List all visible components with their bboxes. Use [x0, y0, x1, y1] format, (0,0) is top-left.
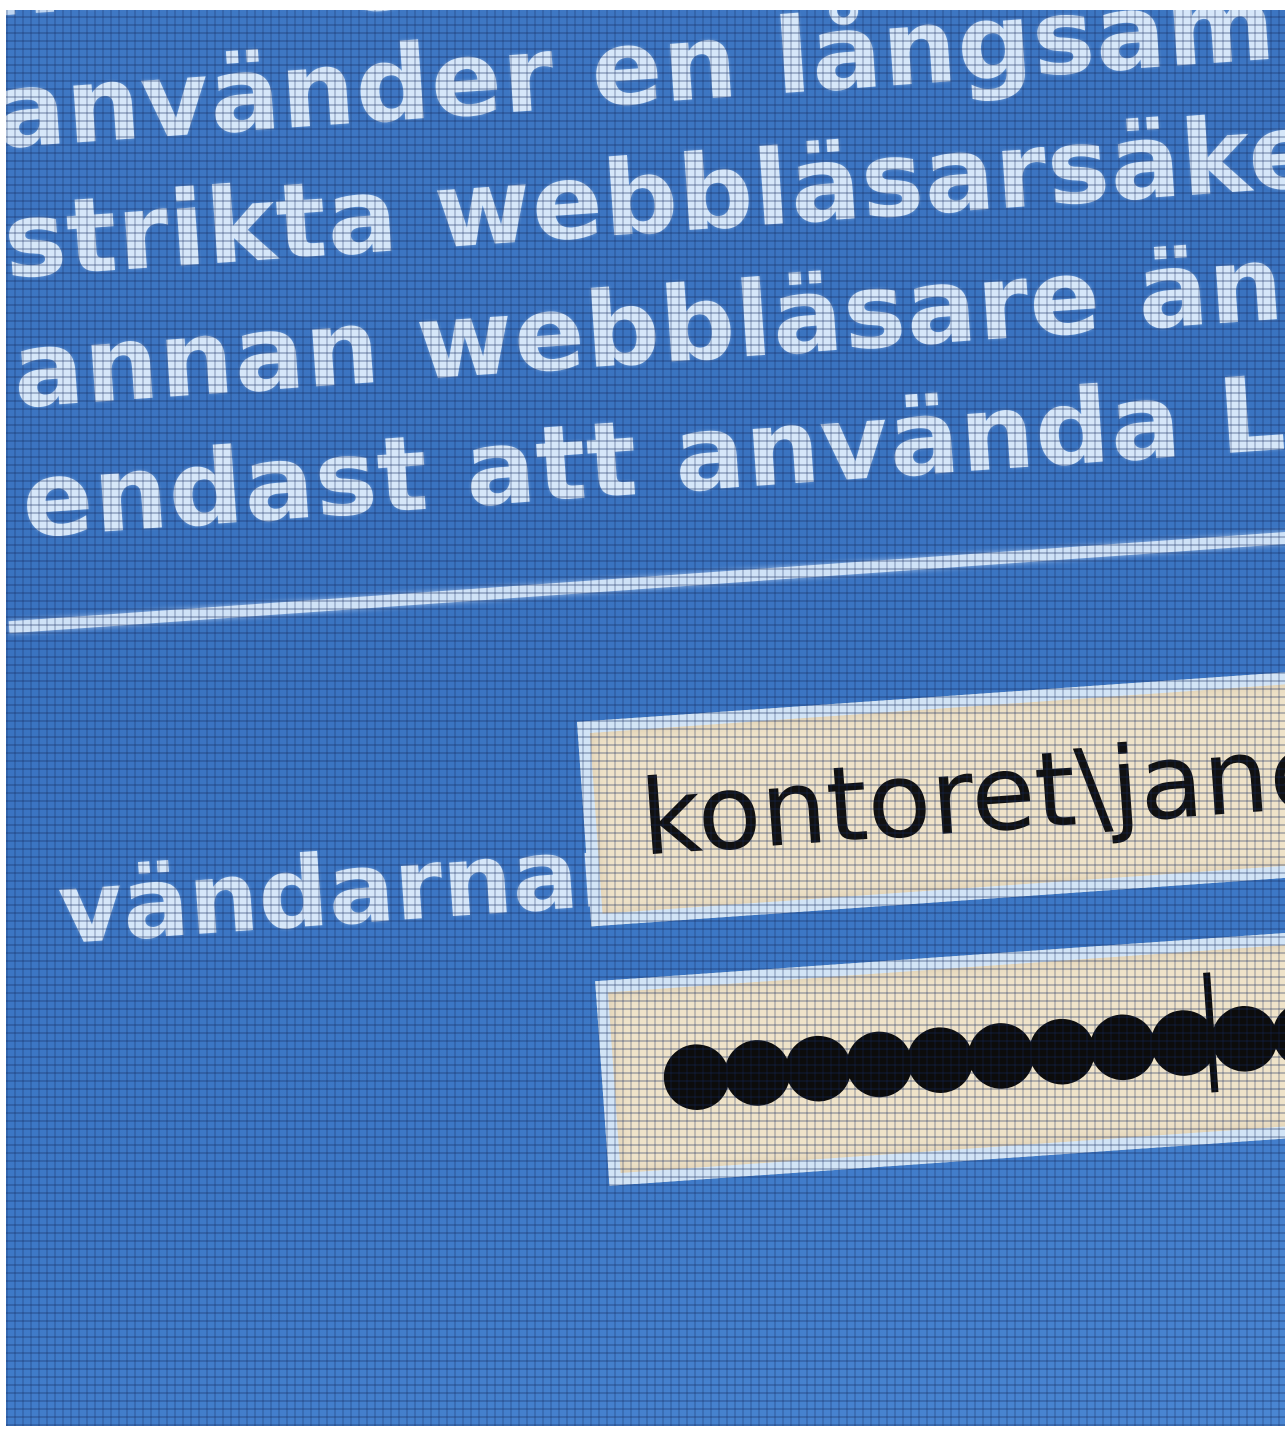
login-form: ntering/vara använder en långsam anslutn…	[6, 10, 1285, 1423]
username-value: kontoret\janerik	[636, 700, 1285, 880]
password-field[interactable]: ●●●●●●●●●●●●●●●	[595, 918, 1285, 1186]
password-mask: ●●●●●●●●●●●●●●●	[655, 959, 1285, 1123]
screen-photo: ntering/vara använder en långsam anslutn…	[6, 10, 1285, 1426]
username-field[interactable]: kontoret\janerik	[577, 659, 1285, 927]
